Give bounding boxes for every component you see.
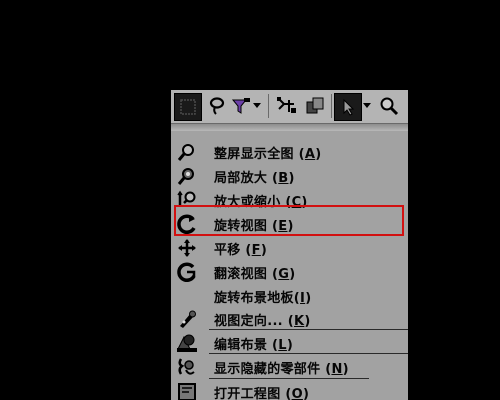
view-box-icon[interactable]: [174, 93, 202, 121]
lasso-icon[interactable]: [204, 93, 230, 119]
zoom-area-icon: [176, 165, 198, 187]
dropdown-arrow-icon[interactable]: [361, 93, 373, 119]
menu-item-rotate-scene-floor[interactable]: 旋转布景地板(I): [171, 284, 408, 308]
menu-item-zoom-fit[interactable]: 整屏显示全图 (A): [171, 140, 408, 164]
toolbar-strip: [171, 124, 408, 131]
menu-divider: [209, 329, 408, 330]
filter-icon[interactable]: [231, 93, 251, 119]
menu-item-zoom-area[interactable]: 局部放大 (B): [171, 164, 408, 188]
menu-divider: [209, 353, 408, 354]
magnify-icon[interactable]: [376, 93, 402, 119]
highlight-box: [174, 205, 404, 236]
edit-scene-icon: [176, 332, 198, 354]
menu-item-pan[interactable]: 平移 (F): [171, 236, 408, 260]
select-cursor-icon[interactable]: [334, 93, 362, 121]
context-menu: 整屏显示全图 (A) 局部放大 (B) 放大或缩小 (C) 旋转视图 (E) 平…: [171, 90, 408, 400]
dropdown-arrow-icon[interactable]: [251, 93, 263, 119]
pan-icon: [176, 237, 198, 259]
menu-item-open-drawing[interactable]: 打开工程图 (O): [171, 380, 408, 400]
zoom-fit-icon: [176, 141, 198, 163]
menu-item-edit-scene[interactable]: 编辑布景 (L): [171, 331, 408, 355]
view-orientation-icon: [176, 308, 198, 330]
component-tree-icon[interactable]: [274, 93, 300, 119]
menu-divider: [209, 378, 369, 379]
open-drawing-icon: [176, 381, 198, 400]
show-hidden-components-icon: [176, 356, 198, 378]
menu-item-show-hidden-components[interactable]: 显示隐藏的零部件 (N): [171, 355, 408, 379]
menu-item-view-orientation[interactable]: 视图定向... (K): [171, 307, 408, 331]
box-view-icon[interactable]: [302, 93, 328, 119]
view-toolbar: [171, 90, 408, 124]
roll-view-icon: [176, 261, 198, 283]
menu-item-roll-view[interactable]: 翻滚视图 (G): [171, 260, 408, 284]
